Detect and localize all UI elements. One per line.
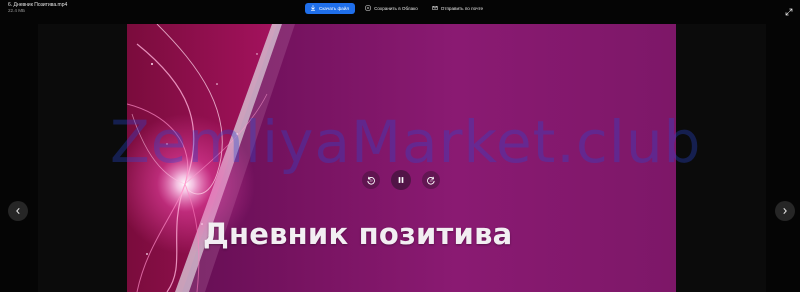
download-label: Скачать файл [319, 5, 350, 11]
send-by-email-button[interactable]: Отправить по почте [428, 3, 487, 14]
forward-10-icon[interactable]: 10 [422, 171, 440, 189]
save-to-cloud-label: Сохранить в Облако [374, 5, 418, 11]
file-size: 22.4 MБ [8, 8, 26, 13]
previous-file-button[interactable] [8, 201, 28, 221]
video-background-art [127, 24, 295, 292]
save-to-cloud-button[interactable]: Сохранить в Облако [361, 3, 422, 14]
left-backdrop [38, 24, 128, 292]
send-by-email-label: Отправить по почте [440, 5, 484, 11]
rewind-10-icon[interactable]: 10 [362, 171, 380, 189]
toolbar-actions: Скачать файл Сохранить в Облако Отправит… [305, 2, 487, 14]
next-file-button[interactable] [775, 201, 795, 221]
file-info: 6. Дневник Позитива.mp4 22.4 MБ [8, 2, 67, 14]
svg-text:10: 10 [429, 179, 433, 183]
svg-text:10: 10 [369, 179, 373, 183]
mail-icon [432, 5, 438, 11]
viewer-topbar: 6. Дневник Позитива.mp4 22.4 MБ Скачать … [0, 0, 800, 16]
player-controls: 10 10 [362, 169, 440, 191]
chevron-left-icon [16, 208, 20, 214]
pause-icon[interactable] [391, 170, 411, 190]
right-backdrop [676, 24, 766, 292]
media-viewer: 6. Дневник Позитива.mp4 22.4 MБ Скачать … [0, 0, 800, 292]
chevron-right-icon [783, 208, 787, 214]
download-icon [310, 5, 316, 11]
cloud-save-icon [365, 5, 371, 11]
video-title-text: Дневник позитива [203, 217, 513, 251]
expand-icon[interactable] [785, 3, 793, 16]
video-frame[interactable]: Дневник позитива [127, 24, 676, 292]
download-button[interactable]: Скачать файл [305, 2, 356, 14]
